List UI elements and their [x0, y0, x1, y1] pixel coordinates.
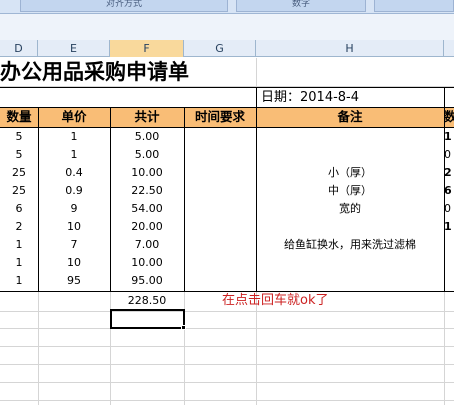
- cell-time[interactable]: [184, 218, 256, 236]
- cell-note[interactable]: [256, 218, 444, 236]
- header-time[interactable]: 时间要求: [184, 108, 256, 127]
- column-header-f[interactable]: F: [110, 40, 184, 57]
- cell-qty[interactable]: 1: [0, 272, 38, 290]
- cell-note[interactable]: 中（厚）: [256, 182, 444, 200]
- cell-extra[interactable]: 2: [444, 164, 454, 182]
- cell-price[interactable]: 10: [38, 254, 110, 272]
- cell-qty[interactable]: 2: [0, 218, 38, 236]
- cell-price[interactable]: 0.4: [38, 164, 110, 182]
- cell-qty[interactable]: 25: [0, 182, 38, 200]
- header-extra[interactable]: 数: [444, 108, 454, 127]
- cell-price[interactable]: 7: [38, 236, 110, 254]
- sum-cell[interactable]: 228.50: [110, 291, 184, 310]
- cell-note[interactable]: 给鱼缸换水，用来洗过滤棉: [256, 236, 444, 254]
- cell-time[interactable]: [184, 182, 256, 200]
- cell-time[interactable]: [184, 164, 256, 182]
- cell-note[interactable]: [256, 254, 444, 272]
- cell-qty[interactable]: 5: [0, 146, 38, 164]
- cell-total[interactable]: 20.00: [110, 218, 184, 236]
- cell-qty[interactable]: 25: [0, 164, 38, 182]
- cell-qty[interactable]: 1: [0, 236, 38, 254]
- cell-note[interactable]: [256, 272, 444, 290]
- cell-note[interactable]: [256, 128, 444, 146]
- column-header-row: D E F G H: [0, 40, 454, 57]
- date-cell[interactable]: 日期：2014-8-4: [256, 88, 444, 107]
- cell-price[interactable]: 0.9: [38, 182, 110, 200]
- cell-total[interactable]: 5.00: [110, 128, 184, 146]
- header-note[interactable]: 备注: [256, 108, 444, 127]
- cell-total[interactable]: 54.00: [110, 200, 184, 218]
- sheet-title[interactable]: 办公用品采购申请单: [0, 58, 256, 86]
- cell-time[interactable]: [184, 254, 256, 272]
- header-qty[interactable]: 数量: [0, 108, 38, 127]
- cell-price[interactable]: 1: [38, 146, 110, 164]
- ribbon-group-label: 对齐方式: [105, 0, 142, 9]
- cell-price[interactable]: 95: [38, 272, 110, 290]
- cell-price[interactable]: 9: [38, 200, 110, 218]
- ribbon-bar: 对齐方式 数字: [0, 0, 454, 14]
- cell-extra[interactable]: [444, 272, 454, 290]
- cell-extra[interactable]: 1: [444, 128, 454, 146]
- cell-time[interactable]: [184, 272, 256, 290]
- cell-qty[interactable]: 5: [0, 128, 38, 146]
- cell-extra[interactable]: 1: [444, 218, 454, 236]
- column-header-d[interactable]: D: [0, 40, 38, 57]
- ribbon-group-alignment[interactable]: 对齐方式: [20, 0, 228, 12]
- ribbon-group-styles[interactable]: [374, 0, 454, 12]
- cell-total[interactable]: 10.00: [110, 164, 184, 182]
- cell-extra[interactable]: 0: [444, 200, 454, 218]
- cell-qty[interactable]: 6: [0, 200, 38, 218]
- column-header-e[interactable]: E: [38, 40, 110, 57]
- cell-time[interactable]: [184, 128, 256, 146]
- formula-area: [0, 14, 454, 40]
- fill-handle[interactable]: [181, 325, 186, 330]
- cell-price[interactable]: 1: [38, 128, 110, 146]
- cell-time[interactable]: [184, 236, 256, 254]
- ribbon-group-label: 数字: [291, 0, 310, 9]
- column-header-h[interactable]: H: [256, 40, 444, 57]
- column-header-g[interactable]: G: [184, 40, 256, 57]
- cell-total[interactable]: 95.00: [110, 272, 184, 290]
- cell-extra[interactable]: [444, 236, 454, 254]
- cell-total[interactable]: 7.00: [110, 236, 184, 254]
- cell-extra[interactable]: 0: [444, 146, 454, 164]
- cell-price[interactable]: 10: [38, 218, 110, 236]
- cell-extra[interactable]: 6: [444, 182, 454, 200]
- header-total[interactable]: 共计: [110, 108, 184, 127]
- cell-time[interactable]: [184, 146, 256, 164]
- cell-qty[interactable]: 1: [0, 254, 38, 272]
- selected-cell[interactable]: [110, 309, 185, 329]
- cell-total[interactable]: 22.50: [110, 182, 184, 200]
- column-header-i[interactable]: [444, 40, 454, 57]
- cell-time[interactable]: [184, 200, 256, 218]
- annotation-text: 在点击回车就ok了: [222, 293, 329, 308]
- ribbon-group-number[interactable]: 数字: [236, 0, 366, 12]
- cell-note[interactable]: [256, 146, 444, 164]
- cell-total[interactable]: 10.00: [110, 254, 184, 272]
- cell-note[interactable]: 小（厚）: [256, 164, 444, 182]
- cell-total[interactable]: 5.00: [110, 146, 184, 164]
- header-price[interactable]: 单价: [38, 108, 110, 127]
- cell-note[interactable]: 宽的: [256, 200, 444, 218]
- cell-extra[interactable]: [444, 254, 454, 272]
